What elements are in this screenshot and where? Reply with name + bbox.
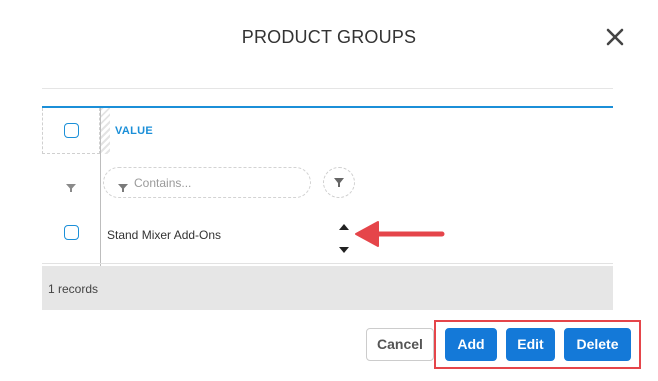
column-resize-handle[interactable] [101, 108, 110, 154]
selection-column-divider [100, 108, 101, 267]
delete-button[interactable]: Delete [564, 328, 631, 361]
row-checkbox[interactable] [64, 225, 79, 240]
grid-top-divider [42, 88, 613, 89]
record-count: 1 records [48, 282, 99, 296]
value-filter-input[interactable]: Contains... [103, 167, 311, 198]
select-all-checkbox[interactable] [64, 123, 79, 138]
table-row-value[interactable]: Stand Mixer Add-Ons [107, 228, 221, 242]
filter-icon [118, 179, 128, 192]
row-divider [42, 263, 613, 264]
grid-header-accent-line [42, 106, 613, 108]
filter-options-button[interactable] [323, 167, 355, 198]
add-button[interactable]: Add [445, 328, 497, 361]
filter-icon [334, 178, 344, 187]
column-header-value[interactable]: VALUE [115, 125, 153, 137]
grid-footer: 1 records [42, 266, 613, 310]
filter-icon [66, 179, 76, 192]
filter-placeholder: Contains... [134, 176, 192, 190]
dialog-title: PRODUCT GROUPS [241, 27, 417, 47]
move-down-icon[interactable] [339, 241, 349, 253]
cancel-button[interactable]: Cancel [366, 328, 434, 361]
move-up-icon[interactable] [339, 218, 349, 230]
close-icon[interactable] [604, 26, 626, 48]
annotation-arrow-icon [354, 218, 446, 250]
edit-button[interactable]: Edit [506, 328, 555, 361]
product-groups-grid: VALUE Contains... Stand Mixer Add-Ons 1 … [42, 88, 613, 310]
